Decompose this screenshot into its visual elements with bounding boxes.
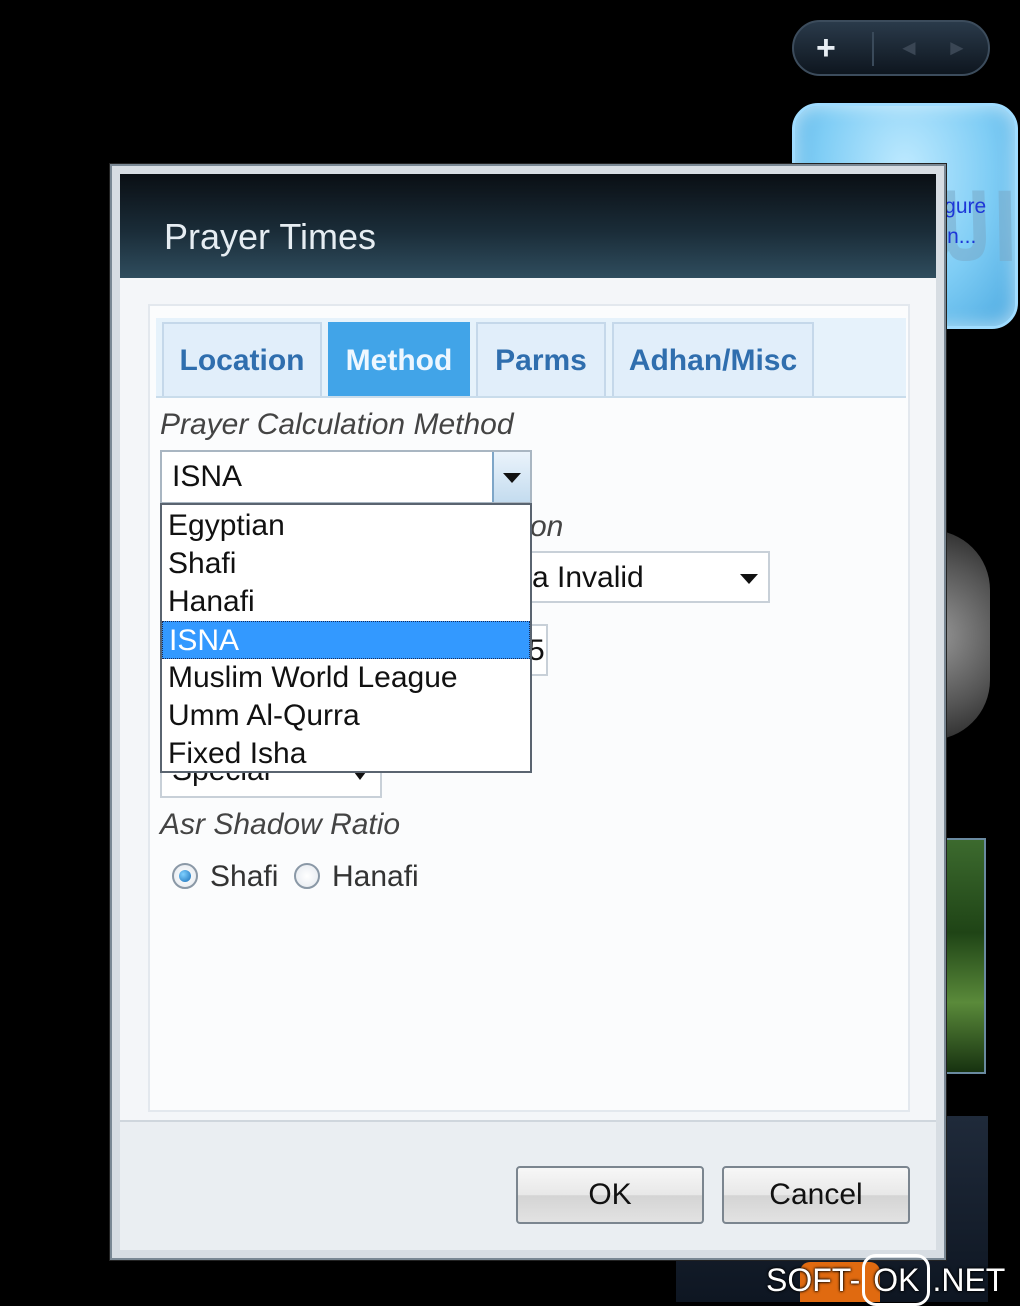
option-hanafi[interactable]: Hanafi: [162, 583, 530, 621]
toolbar-divider: [872, 32, 874, 66]
option-fixed-isha[interactable]: Fixed Isha: [162, 735, 530, 773]
asr-shafi-label[interactable]: Shafi: [210, 860, 278, 894]
calculation-method-label: Prayer Calculation Method: [160, 408, 514, 441]
calculation-method-dropdown[interactable]: Egyptian Shafi Hanafi ISNA Muslim World …: [160, 503, 532, 773]
watermark-left: SOFT-: [766, 1262, 861, 1298]
asr-shafi-radio[interactable]: [172, 863, 198, 889]
tab-adhan-misc[interactable]: Adhan/Misc: [612, 322, 814, 396]
isha-option-value: a Invalid: [532, 561, 644, 594]
chevron-down-icon: [503, 473, 521, 483]
site-watermark: SOFT- OK .NET: [766, 1254, 1006, 1306]
hidden-label-fragment: on: [530, 510, 564, 543]
dialog-title: Prayer Times: [164, 216, 377, 257]
dialog-footer: OK Cancel: [120, 1120, 936, 1250]
calculation-method-value: ISNA: [172, 460, 243, 493]
tab-method[interactable]: Method: [328, 322, 470, 396]
watermark-box: OK: [862, 1254, 931, 1306]
dialog-titlebar: Prayer Times: [120, 174, 936, 278]
option-isna[interactable]: ISNA: [162, 621, 530, 659]
chevron-down-icon: [354, 772, 366, 780]
gadget-toolbar: + ◄ ►: [792, 20, 990, 76]
watermark-right: .NET: [932, 1262, 1006, 1298]
prev-page-icon[interactable]: ◄: [898, 35, 920, 61]
tab-bar: Location Method Parms Adhan/Misc: [156, 318, 906, 398]
chevron-down-icon: [740, 574, 758, 584]
dropdown-button[interactable]: [492, 452, 530, 502]
asr-shadow-ratio-label: Asr Shadow Ratio: [160, 808, 401, 841]
next-page-icon[interactable]: ►: [946, 35, 968, 61]
calculation-method-select[interactable]: ISNA: [160, 450, 532, 504]
option-shafi[interactable]: Shafi: [162, 545, 530, 583]
cancel-button[interactable]: Cancel: [722, 1166, 910, 1224]
tab-parms[interactable]: Parms: [476, 322, 606, 396]
option-egyptian[interactable]: Egyptian: [162, 507, 530, 545]
option-umm-al-qurra[interactable]: Umm Al-Qurra: [162, 697, 530, 735]
asr-hanafi-label[interactable]: Hanafi: [332, 860, 419, 894]
tab-location[interactable]: Location: [162, 322, 322, 396]
ok-button[interactable]: OK: [516, 1166, 704, 1224]
slideshow-gadget-edge: [940, 838, 986, 1074]
isha-option-select[interactable]: a Invalid: [500, 551, 770, 603]
add-gadget-button[interactable]: +: [816, 28, 836, 68]
option-muslim-world-league[interactable]: Muslim World League: [162, 659, 530, 697]
asr-hanafi-radio[interactable]: [294, 863, 320, 889]
